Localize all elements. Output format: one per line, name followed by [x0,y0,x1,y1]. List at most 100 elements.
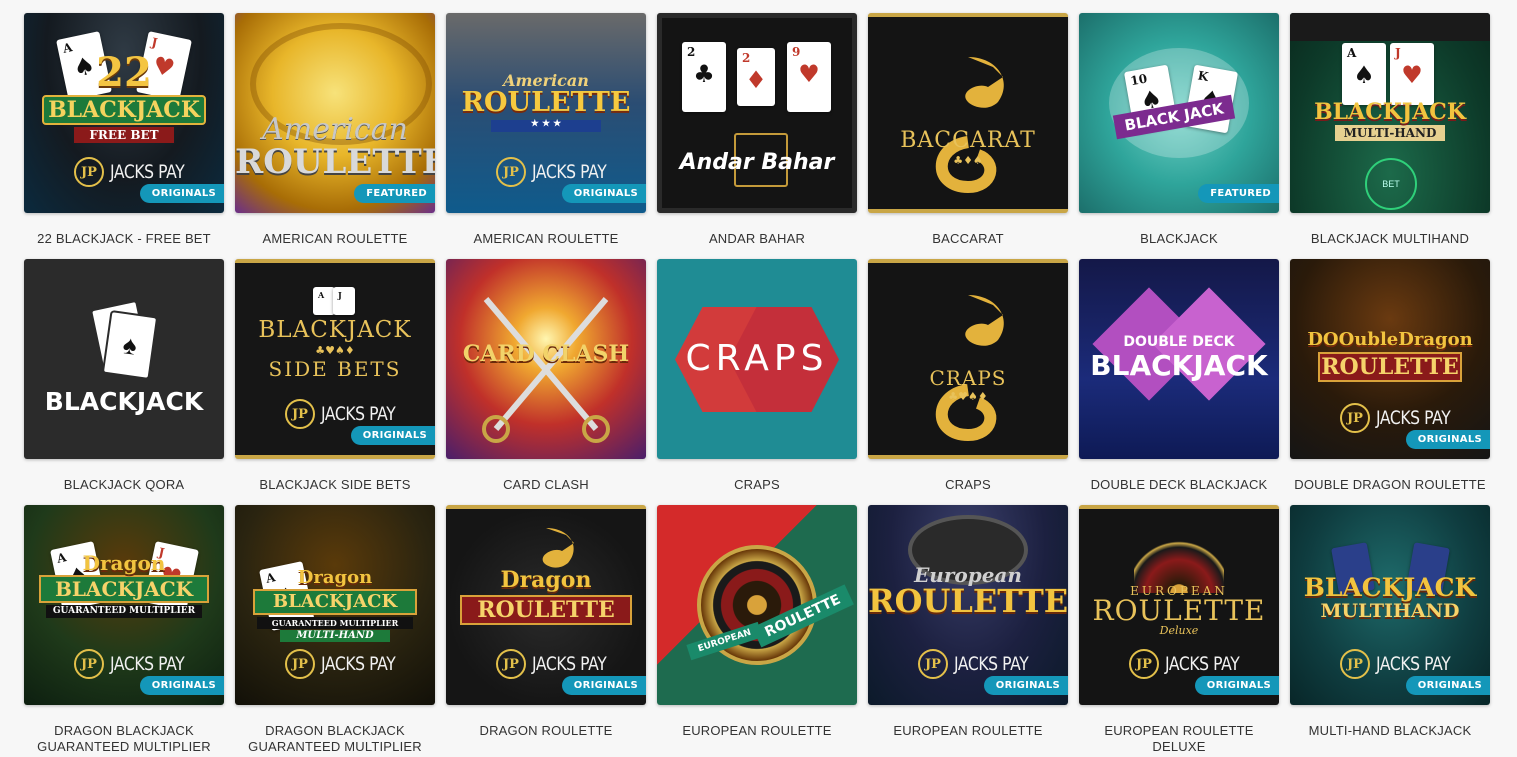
star-ribbon: ★ ★ ★ [491,120,601,132]
game-card[interactable]: American ROULETTE ★ ★ ★ JP JACKS PAY ORIG… [446,13,646,259]
game-title[interactable]: DRAGON ROULETTE [446,723,646,739]
game-card[interactable]: American ROULETTE FEATURED AMERICAN ROUL… [235,13,435,259]
art-line-3: GUARANTEED MULTIPLIER [46,605,202,618]
brand-text: JACKS PAY [1165,653,1240,675]
game-title[interactable]: DRAGON BLACKJACK GUARANTEED MULTIPLIER [24,723,224,755]
game-thumbnail[interactable]: Dragon ROULETTE JP JACKS PAY ORIGINALS [446,505,646,705]
art-line-2: BLACKJACK [1090,349,1268,382]
game-thumbnail[interactable]: American ROULETTE ★ ★ ★ JP JACKS PAY ORIG… [446,13,646,213]
art-line-2: BLACKJACK [39,575,209,603]
game-title[interactable]: AMERICAN ROULETTE [446,231,646,247]
game-card[interactable]: EUROPEAN ROULETTE Deluxe JP JACKS PAY ORI… [1079,505,1279,754]
playing-card: 2 ♦ [737,48,775,106]
originals-badge: ORIGINALS [139,676,224,695]
game-card[interactable]: Dragon ROULETTE JP JACKS PAY ORIGINALS DR… [446,505,646,751]
game-card[interactable]: A♠ J♥ Dragon BLACKJACK GUARANTEED MULTIP… [24,505,224,754]
game-card[interactable]: CARD CLASH CARD CLASH [446,259,646,505]
art-line-1: 22 [96,49,152,96]
game-thumbnail[interactable]: European ROULETTE JP JACKS PAY ORIGINALS [868,505,1068,705]
game-thumbnail[interactable]: A♠ J♥ Dragon BLACKJACK GUARANTEED MULTIP… [24,505,224,705]
game-title[interactable]: 22 BLACKJACK - FREE BET [24,231,224,247]
game-thumbnail[interactable]: DOUBLE DECK BLACKJACK [1079,259,1279,459]
game-thumbnail[interactable]: 10♠ K♠ BLACK JACK FEATURED [1079,13,1279,213]
suits-icon: ♣♥♠♦ [315,344,355,357]
art-line-2: SIDE BETS [268,357,402,381]
game-card[interactable]: EUROPEAN ROULETTE EUROPEAN ROULETTE [657,505,857,751]
game-thumbnail[interactable]: 2 ♣ 2 ♦ 9 ♥ Andar Bahar [657,13,857,213]
game-card[interactable]: ♠ BLACKJACK BLACKJACK QORA [24,259,224,505]
game-title[interactable]: MULTI-HAND BLACKJACK [1290,723,1490,739]
game-thumbnail[interactable]: BLACKJACK MULTIHAND JP JACKS PAY ORIGINAL… [1290,505,1490,705]
jacks-pay-coin-icon: JP [1129,649,1159,679]
game-thumbnail[interactable]: A♠ Dragon BLACKJACK GUARANTEED MULTIPLIE… [235,505,435,705]
game-card[interactable]: 2 ♣ 2 ♦ 9 ♥ Andar Bahar ANDAR BAHAR [657,13,857,259]
suits-icon: ♣♦♠ [953,154,983,167]
jacks-pay-coin-icon: JP [1340,649,1370,679]
game-title[interactable]: BLACKJACK MULTIHAND [1290,231,1490,247]
game-card[interactable]: CRAPS CRAPS [657,259,857,505]
game-thumbnail[interactable]: CRAPS [657,259,857,459]
jacks-pay-coin-icon: JP [1340,403,1370,433]
game-card[interactable]: CRAPS ♣♥♠♦ CRAPS [868,259,1068,505]
art-line-1: Dragon [500,567,592,593]
art-line-1: CRAPS [685,338,829,379]
originals-badge: ORIGINALS [139,184,224,203]
game-title[interactable]: CARD CLASH [446,477,646,493]
spade-card-icon: ♠ [101,309,159,381]
game-card[interactable]: BACCARAT ♣♦♠ BACCARAT [868,13,1068,259]
game-title[interactable]: DOUBLE DECK BLACKJACK [1079,477,1279,493]
game-title[interactable]: BLACKJACK QORA [24,477,224,493]
game-card[interactable]: DOOubleDragon ROULETTE JP JACKS PAY ORIGI… [1290,259,1490,505]
game-title[interactable]: BLACKJACK SIDE BETS [235,477,435,493]
bet-circle: BET [1365,158,1417,210]
game-card[interactable]: A ♠ J ♥ 22 BLACKJACK FREE BET JP JACKS PAY … [24,13,224,259]
game-title[interactable]: DRAGON BLACKJACK GUARANTEED MULTIPLIER [235,723,435,755]
art-line-1: BACCARAT [900,128,1036,153]
game-title[interactable]: EUROPEAN ROULETTE [868,723,1068,739]
game-card[interactable]: European ROULETTE JP JACKS PAY ORIGINALS … [868,505,1068,751]
game-thumbnail[interactable]: American ROULETTE FEATURED [235,13,435,213]
art-line-2: BLACKJACK [42,95,206,125]
brand-text: JACKS PAY [1376,407,1451,429]
jacks-pay-logo: JP JACKS PAY [285,647,412,681]
game-card[interactable]: A ♠ J ♥ BLACKJACK MULTI-HAND BET BLACKJACK… [1290,13,1490,259]
art-line-1: DOOubleDragon [1307,329,1473,350]
game-thumbnail[interactable]: A ♠ J ♥ BLACKJACK MULTI-HAND BET [1290,13,1490,213]
game-title[interactable]: EUROPEAN ROULETTE DELUXE [1079,723,1279,755]
brand-text: JACKS PAY [110,161,185,183]
game-thumbnail[interactable]: ♠ BLACKJACK [24,259,224,459]
playing-card: 9 ♥ [787,42,831,112]
originals-badge: ORIGINALS [1405,676,1490,695]
game-thumbnail[interactable]: BACCARAT ♣♦♠ [868,13,1068,213]
featured-badge: FEATURED [1198,184,1279,203]
game-thumbnail[interactable]: A J BLACKJACK ♣♥♠♦ SIDE BETS JP JACKS PAY… [235,259,435,459]
game-title[interactable]: BACCARAT [868,231,1068,247]
playing-card: J♥ [1390,43,1434,105]
originals-badge: ORIGINALS [1405,430,1490,449]
game-thumbnail[interactable]: CARD CLASH [446,259,646,459]
art-line-3: FREE BET [74,127,174,143]
game-thumbnail[interactable]: A ♠ J ♥ 22 BLACKJACK FREE BET JP JACKS PAY … [24,13,224,213]
originals-badge: ORIGINALS [350,426,435,445]
game-title[interactable]: DOUBLE DRAGON ROULETTE [1290,477,1490,493]
brand-text: JACKS PAY [532,653,607,675]
art-line-2: BLACKJACK [253,589,417,615]
game-card[interactable]: 10♠ K♠ BLACK JACK FEATURED BLACKJACK [1079,13,1279,259]
game-thumbnail[interactable]: EUROPEAN ROULETTE Deluxe JP JACKS PAY ORI… [1079,505,1279,705]
game-title[interactable]: BLACKJACK [1079,231,1279,247]
game-title[interactable]: ANDAR BAHAR [657,231,857,247]
game-thumbnail[interactable]: EUROPEAN ROULETTE [657,505,857,705]
game-title[interactable]: CRAPS [657,477,857,493]
game-card[interactable]: A♠ Dragon BLACKJACK GUARANTEED MULTIPLIE… [235,505,435,754]
game-card[interactable]: DOUBLE DECK BLACKJACK DOUBLE DECK BLACKJ… [1079,259,1279,505]
game-thumbnail[interactable]: DOOubleDragon ROULETTE JP JACKS PAY ORIGI… [1290,259,1490,459]
art-line-2: MULTI-HAND [1335,125,1445,141]
game-card[interactable]: A J BLACKJACK ♣♥♠♦ SIDE BETS JP JACKS PAY… [235,259,435,505]
game-title[interactable]: AMERICAN ROULETTE [235,231,435,247]
game-thumbnail[interactable]: CRAPS ♣♥♠♦ [868,259,1068,459]
jacks-pay-coin-icon: JP [74,649,104,679]
game-title[interactable]: CRAPS [868,477,1068,493]
game-card[interactable]: BLACKJACK MULTIHAND JP JACKS PAY ORIGINAL… [1290,505,1490,751]
dragon-icon [935,295,1004,442]
game-title[interactable]: EUROPEAN ROULETTE [657,723,857,739]
